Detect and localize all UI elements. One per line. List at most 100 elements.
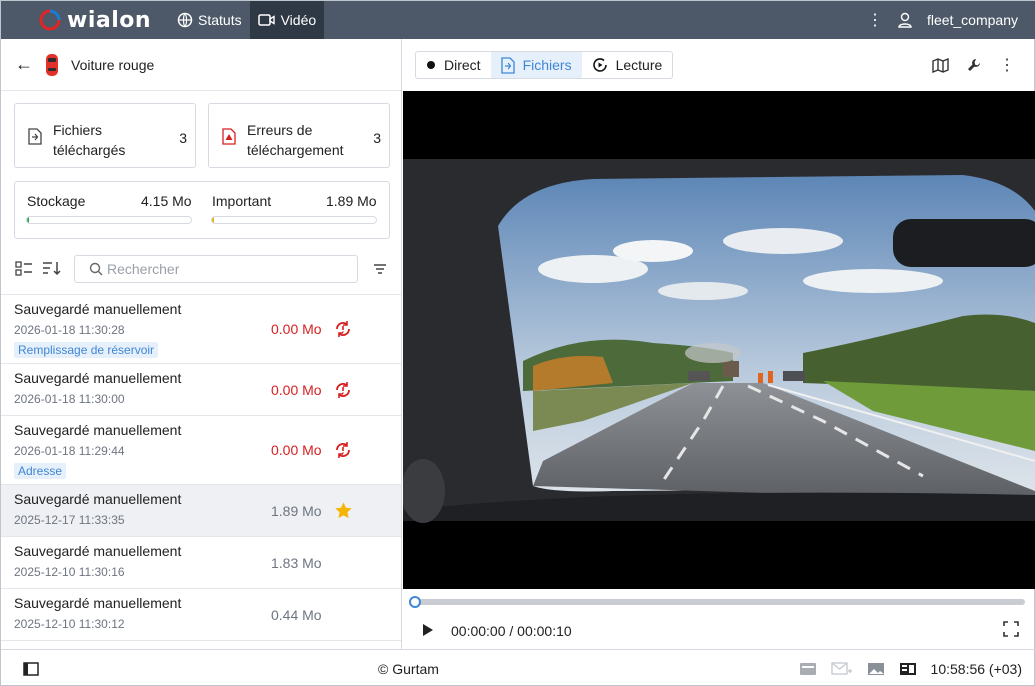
search-box[interactable] (74, 255, 358, 283)
file-warning-icon (222, 128, 236, 145)
list-item (1, 640, 401, 649)
search-input[interactable] (107, 261, 347, 277)
mode-lecture[interactable]: Lecture (582, 52, 673, 78)
file-size: 0.00 Mo (271, 321, 322, 337)
app-window: wialon Statuts Vidéo ⋮ fleet_company ← V… (0, 0, 1035, 686)
player-controls: 00:00:00 / 00:00:10 (403, 589, 1035, 649)
storage-label: Stockage (27, 193, 86, 209)
tab-statuts-label: Statuts (198, 12, 242, 28)
clock: 10:58:56 (+03) (930, 660, 1022, 677)
retry-upload-icon[interactable] (334, 381, 352, 399)
file-date: 2026-01-18 11:30:28 (14, 323, 125, 337)
mode-switch: Direct Fichiers Lecture (415, 51, 674, 79)
file-size: 1.83 Mo (271, 555, 322, 571)
wrench-icon[interactable] (967, 58, 981, 72)
tab-statuts[interactable]: Statuts (169, 1, 250, 39)
file-tag: Remplissage de réservoir (14, 342, 159, 358)
mode-lecture-label: Lecture (615, 57, 663, 73)
list-item[interactable]: Sauvegardé manuellement 2026-01-18 11:29… (1, 415, 401, 484)
important-bar (211, 216, 377, 224)
mode-toolbar: Direct Fichiers Lecture ⋮ (403, 39, 1035, 91)
fullscreen-icon[interactable] (1003, 621, 1019, 637)
player-panel: Direct Fichiers Lecture ⋮ 00:00:00 / 00:… (403, 39, 1035, 649)
more-vertical-icon[interactable]: ⋮ (867, 10, 883, 30)
mode-direct[interactable]: Direct (416, 52, 491, 78)
video-camera-icon (257, 14, 275, 26)
file-date: 2025-12-17 11:33:35 (14, 513, 125, 527)
storage-bar (26, 216, 192, 224)
file-title: Sauvegardé manuellement (14, 543, 182, 559)
mode-direct-label: Direct (444, 57, 481, 73)
player-tools: ⋮ (932, 55, 1035, 75)
file-title: Sauvegardé manuellement (14, 301, 182, 317)
list-toolbar (1, 253, 401, 293)
list-item[interactable]: Sauvegardé manuellement 2025-12-10 11:30… (1, 588, 401, 640)
more-vertical-icon[interactable]: ⋮ (999, 55, 1015, 75)
layout-icon[interactable] (899, 662, 917, 676)
files-panel: ← Voiture rouge Fichiers téléchargés 3 E… (1, 39, 402, 649)
download-errors-label: Erreurs de téléchargement (247, 122, 344, 158)
list-item[interactable]: Sauvegardé manuellement 2025-12-17 11:33… (1, 484, 401, 536)
brand-logo[interactable]: wialon (39, 8, 169, 33)
live-dot-icon (427, 61, 435, 69)
footer: © Gurtam 10:58:56 (+03) (1, 649, 1035, 686)
vehicle-header: ← Voiture rouge (1, 39, 401, 91)
account-name[interactable]: fleet_company (927, 12, 1018, 28)
filter-icon[interactable] (373, 263, 387, 275)
file-size: 0.44 Mo (271, 607, 322, 623)
download-errors-card[interactable]: Erreurs de téléchargement 3 (208, 103, 390, 168)
file-title: Sauvegardé manuellement (14, 491, 182, 507)
playback-icon (592, 58, 607, 72)
user-icon[interactable] (897, 12, 913, 28)
dashcam-video-still (403, 91, 1035, 589)
play-icon[interactable] (422, 623, 434, 637)
important-label: Important (212, 193, 272, 209)
tab-video-label: Vidéo (280, 12, 317, 28)
files-list: Sauvegardé manuellement 2026-01-18 11:30… (1, 294, 401, 649)
file-size: 0.00 Mo (271, 382, 322, 398)
list-item[interactable]: Sauvegardé manuellement 2025-12-10 11:30… (1, 536, 401, 588)
video-frame[interactable] (403, 91, 1035, 589)
file-title: Sauvegardé manuellement (14, 370, 182, 386)
file-date: 2026-01-18 11:30:00 (14, 392, 125, 406)
back-arrow-icon[interactable]: ← (15, 54, 33, 75)
retry-upload-icon[interactable] (334, 320, 352, 338)
file-size: 1.89 Mo (271, 503, 322, 519)
mode-files-label: Fichiers (522, 57, 572, 73)
download-errors-count: 3 (373, 130, 381, 146)
file-title: Sauvegardé manuellement (14, 595, 182, 611)
downloaded-files-label: Fichiers téléchargés (53, 122, 126, 158)
footer-tools: 10:58:56 (+03) (799, 661, 1022, 677)
seek-handle[interactable] (409, 596, 421, 608)
important-bar-fill (212, 217, 215, 223)
top-right-controls: ⋮ fleet_company (867, 10, 1035, 30)
downloaded-files-card[interactable]: Fichiers téléchargés 3 (14, 103, 196, 168)
retry-upload-icon[interactable] (334, 441, 352, 459)
tab-video[interactable]: Vidéo (249, 1, 325, 39)
seek-bar[interactable] (409, 596, 1025, 608)
image-icon[interactable] (867, 662, 885, 676)
copyright: © Gurtam (378, 660, 439, 677)
brand-name: wialon (67, 7, 152, 33)
file-tag: Adresse (14, 463, 67, 479)
playback-time: 00:00:00 / 00:00:10 (451, 623, 572, 639)
storage-card: Stockage 4.15 Mo Important 1.89 Mo (14, 181, 390, 239)
file-download-icon (28, 128, 42, 145)
globe-icon (177, 12, 193, 28)
mail-icon[interactable] (830, 661, 853, 676)
file-size: 0.00 Mo (271, 442, 322, 458)
file-date: 2025-12-10 11:30:16 (14, 565, 125, 579)
card-icon[interactable] (799, 662, 817, 676)
list-item[interactable]: Sauvegardé manuellement 2026-01-18 11:30… (1, 363, 401, 415)
vehicle-name: Voiture rouge (71, 56, 155, 73)
star-icon[interactable] (334, 501, 353, 520)
map-icon[interactable] (932, 57, 949, 73)
list-item[interactable]: Sauvegardé manuellement 2026-01-18 11:30… (1, 294, 401, 363)
mode-files[interactable]: Fichiers (490, 52, 582, 78)
select-list-icon[interactable] (15, 261, 33, 277)
important-value: 1.89 Mo (326, 193, 377, 209)
search-icon (89, 262, 103, 276)
red-car-icon (46, 53, 58, 76)
file-icon (500, 56, 515, 74)
sort-icon[interactable] (42, 260, 62, 277)
